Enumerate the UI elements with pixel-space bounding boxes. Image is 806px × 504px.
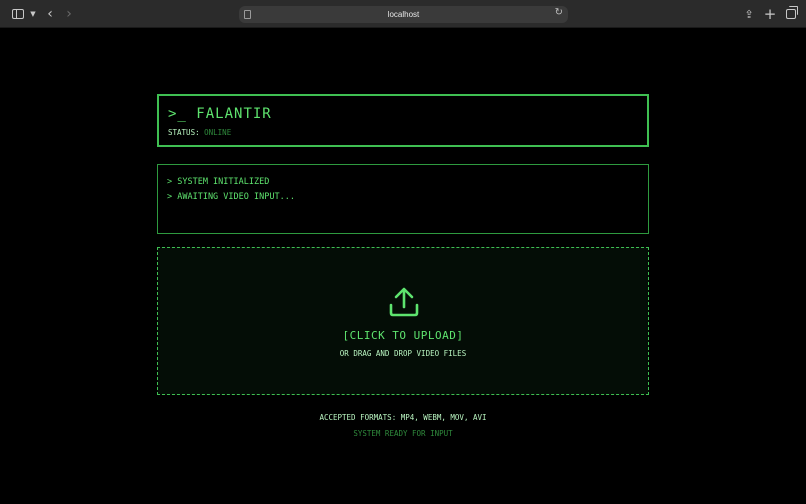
status-value: ONLINE [204,128,232,137]
system-ready-status: SYSTEM READY FOR INPUT [353,429,453,438]
prompt-icon: >_ [168,106,187,122]
share-icon[interactable]: ⇪ [743,0,755,28]
upload-button[interactable]: [CLICK TO UPLOAD] [158,329,648,343]
chevron-down-icon[interactable]: ▼ [29,0,37,28]
browser-toolbar: ▼ ‹ › localhost ↻ ⇪ + [0,0,806,28]
upload-icon [389,287,419,317]
plus-icon[interactable]: + [764,0,777,28]
app-header: >_ FALANTIR STATUS: ONLINE [157,94,649,147]
upload-dropzone[interactable]: [CLICK TO UPLOAD] OR DRAG AND DROP VIDEO… [157,247,649,395]
status-line: STATUS: ONLINE [168,128,638,137]
sidebar-toggle-icon[interactable] [10,0,26,28]
log-line: > SYSTEM INITIALIZED [167,177,270,187]
url-text[interactable]: localhost [239,8,568,21]
reload-icon[interactable]: ↻ [555,7,563,18]
tabs-overview-icon[interactable] [784,0,798,28]
app-title: >_ FALANTIR [168,106,638,122]
status-label: STATUS: [168,128,200,137]
log-line: > AWAITING VIDEO INPUT... [167,192,295,202]
forward-arrow-icon: › [66,6,72,22]
console-log: > SYSTEM INITIALIZED > AWAITING VIDEO IN… [157,164,649,234]
address-bar[interactable]: localhost ↻ [239,6,568,23]
drag-drop-hint: OR DRAG AND DROP VIDEO FILES [339,349,467,358]
back-arrow-icon[interactable]: ‹ [45,0,55,28]
accepted-formats: ACCEPTED FORMATS: MP4, WEBM, MOV, AVI [319,413,487,422]
app-name: FALANTIR [196,106,272,122]
